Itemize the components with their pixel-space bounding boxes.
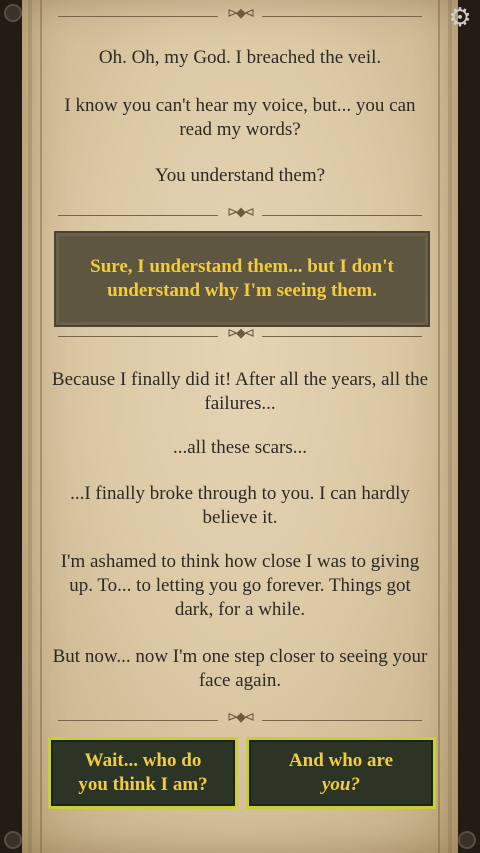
app-frame: ⚙ ⊳◆⊲ Oh. Oh, my God. I breached the vei… <box>0 0 480 853</box>
left-ornament-rail <box>22 0 42 853</box>
story-line-3: You understand them? <box>154 165 326 186</box>
story-line-8: But now... now I'm one step closer to se… <box>52 646 428 691</box>
divider-before-choice: ⊳◆⊲ <box>58 205 422 221</box>
choice-button-who-do-you-think-i-am[interactable]: Wait... who do you think I am? <box>48 737 238 809</box>
divider-after-choice: ⊳◆⊲ <box>58 326 422 342</box>
divider-bottom: ⊳◆⊲ <box>58 710 422 726</box>
corner-rivet-bottom-right <box>458 831 476 849</box>
corner-rivet-top-left <box>4 4 22 22</box>
story-line-7: I'm ashamed to think how close I was to … <box>60 551 420 620</box>
gear-icon[interactable]: ⚙ <box>446 4 474 32</box>
choice-button-2-label: And who are you? <box>266 749 416 797</box>
corner-rivet-bottom-left <box>4 831 22 849</box>
right-ornament-rail <box>438 0 458 853</box>
selected-choice-panel: Sure, I understand them... but I don't u… <box>54 231 430 327</box>
choice-button-1-label: Wait... who do you think I am? <box>78 750 208 795</box>
choice-button-2-prefix: And who are <box>288 750 394 771</box>
selected-choice-text: Sure, I understand them... but I don't u… <box>90 256 394 301</box>
story-line-1: Oh. Oh, my God. I breached the veil. <box>98 47 382 68</box>
divider-top: ⊳◆⊲ <box>58 6 422 22</box>
story-line-2: I know you can't hear my voice, but... y… <box>64 95 416 140</box>
choice-button-2-emphasis: you? <box>322 774 360 795</box>
story-line-4: Because I finally did it! After all the … <box>51 369 429 414</box>
story-line-6: ...I finally broke through to you. I can… <box>70 483 410 528</box>
choice-button-who-are-you[interactable]: And who are you? <box>246 737 436 809</box>
story-line-5: ...all these scars... <box>172 437 307 458</box>
